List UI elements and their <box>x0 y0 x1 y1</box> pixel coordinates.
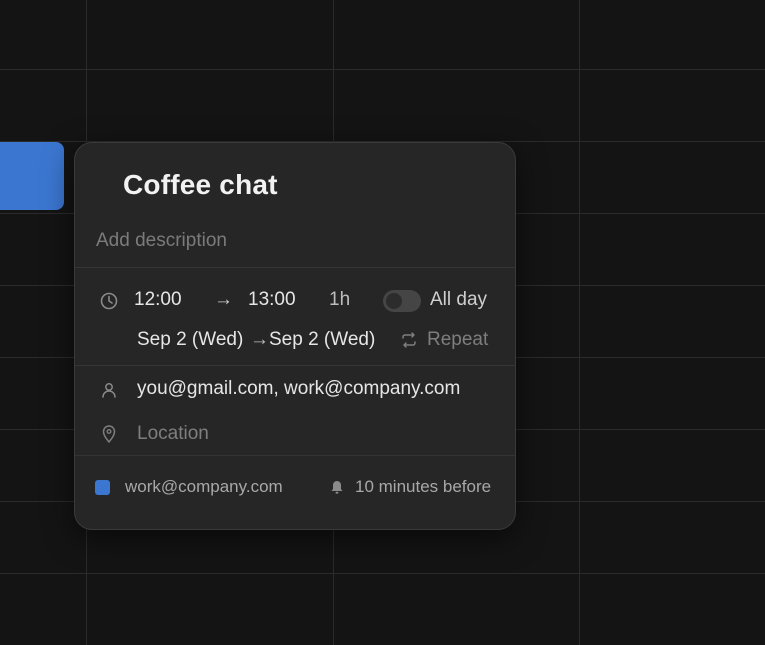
grid-line <box>0 69 765 70</box>
location-pin-icon <box>98 423 120 445</box>
time-arrow: → <box>214 289 233 310</box>
repeat-icon[interactable] <box>398 329 420 351</box>
clock-icon <box>98 290 120 312</box>
grid-line <box>0 573 765 574</box>
start-time[interactable]: 12:00 <box>134 289 182 311</box>
person-icon <box>98 379 120 401</box>
bell-icon <box>326 476 348 498</box>
calendar-event-block[interactable] <box>0 142 64 210</box>
calendar-color-swatch[interactable] <box>95 480 110 495</box>
all-day-toggle[interactable] <box>383 290 421 312</box>
event-title[interactable]: Coffee chat <box>123 169 278 201</box>
all-day-label: All day <box>430 289 488 310</box>
date-arrow: → <box>250 329 269 350</box>
grid-column-line <box>579 0 580 645</box>
attendees-field[interactable]: you@gmail.com, work@company.com <box>137 378 460 400</box>
duration-label: 1h <box>329 289 351 310</box>
divider <box>75 365 515 366</box>
divider <box>75 267 515 268</box>
divider <box>75 455 515 456</box>
start-date[interactable]: Sep 2 (Wed) <box>137 329 243 351</box>
description-field[interactable]: Add description <box>96 230 227 252</box>
reminder-selector[interactable]: 10 minutes before <box>355 477 491 497</box>
location-field[interactable]: Location <box>137 423 209 445</box>
event-details-popover: Coffee chat Add description 12:00 → 13:0… <box>74 142 516 530</box>
end-time[interactable]: 13:00 <box>248 289 296 311</box>
end-date[interactable]: Sep 2 (Wed) <box>269 329 375 351</box>
repeat-button[interactable]: Repeat <box>427 329 488 351</box>
calendar-selector[interactable]: work@company.com <box>125 477 283 497</box>
